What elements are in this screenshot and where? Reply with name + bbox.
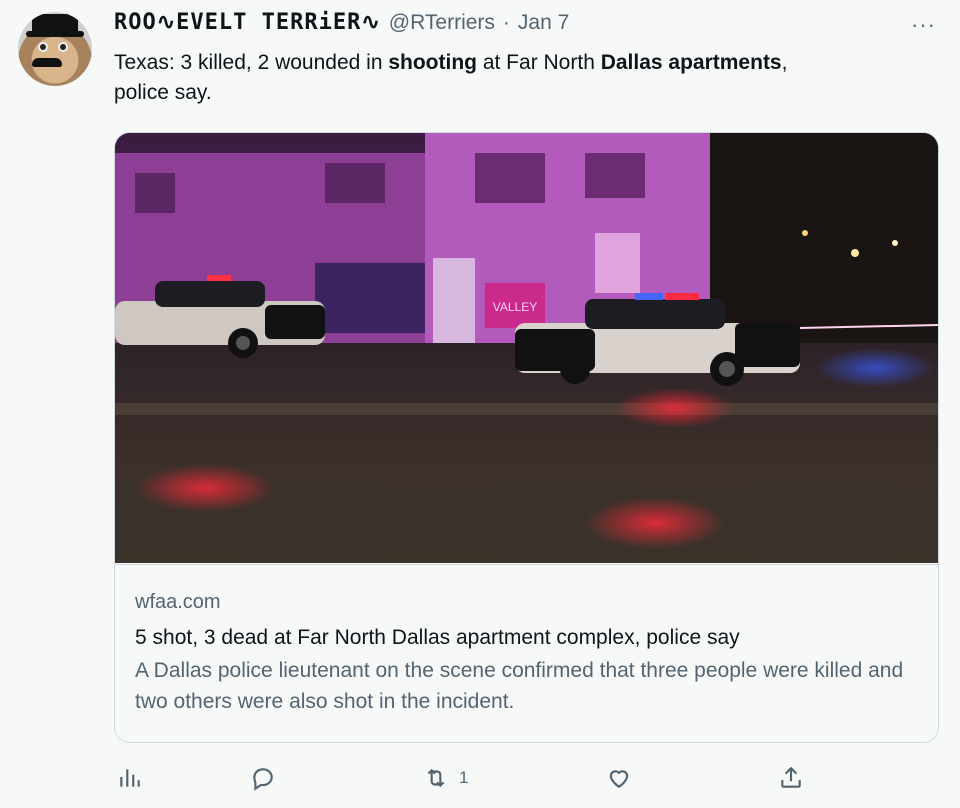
more-options-icon[interactable]: ··· [911, 12, 936, 38]
avatar[interactable] [18, 12, 92, 86]
avatar-eye [38, 42, 48, 52]
tweet-text: Texas: 3 killed, 2 wounded in shooting a… [114, 48, 914, 108]
tweet-text-bold: Dallas apartments [600, 51, 782, 74]
sign-text: VALLEY [493, 300, 537, 314]
avatar-hat-brim [26, 31, 84, 37]
avatar-eye [58, 42, 68, 52]
retweet-icon [427, 768, 445, 788]
display-name[interactable]: ROO∿EVELT TERRiER∿ [114, 10, 381, 35]
tweet-text-part: at Far North [477, 51, 601, 74]
retweet-count: 1 [459, 768, 469, 787]
like-icon [609, 770, 629, 788]
avatar-mustache [32, 58, 62, 67]
reply-button[interactable] [250, 758, 276, 798]
card-title: 5 shot, 3 dead at Far North Dallas apart… [135, 626, 740, 649]
tweet-header: ROO∿EVELT TERRiER∿ @RTerriers · Jan 7 [114, 10, 870, 42]
like-button[interactable] [606, 758, 632, 798]
analytics-icon [120, 769, 140, 787]
separator-dot: · [502, 11, 510, 34]
card-description: A Dallas police lieutenant on the scene … [135, 659, 904, 713]
card-meta[interactable]: wfaa.com 5 shot, 3 dead at Far North Dal… [115, 564, 938, 742]
card-image[interactable]: VALLEY [115, 133, 938, 563]
analytics-button[interactable] [117, 758, 143, 798]
tweet-text-part: Texas: 3 killed, 2 wounded in [114, 51, 389, 74]
card-domain: wfaa.com [135, 591, 221, 613]
tweet-actions: 1 [0, 758, 960, 798]
reply-icon [253, 768, 273, 791]
tweet-text-part: , [781, 51, 788, 74]
tweet-text-part: police say. [114, 81, 212, 104]
tweet-text-bold: shooting [388, 51, 477, 74]
share-icon [781, 766, 801, 788]
tweet-date[interactable]: Jan 7 [518, 11, 569, 35]
user-handle[interactable]: @RTerriers [389, 11, 495, 35]
share-button[interactable] [778, 758, 804, 798]
link-card[interactable]: VALLEY wfaa.com 5 shot, 3 dead at Far No… [114, 132, 939, 743]
retweet-button[interactable]: 1 [423, 758, 468, 798]
